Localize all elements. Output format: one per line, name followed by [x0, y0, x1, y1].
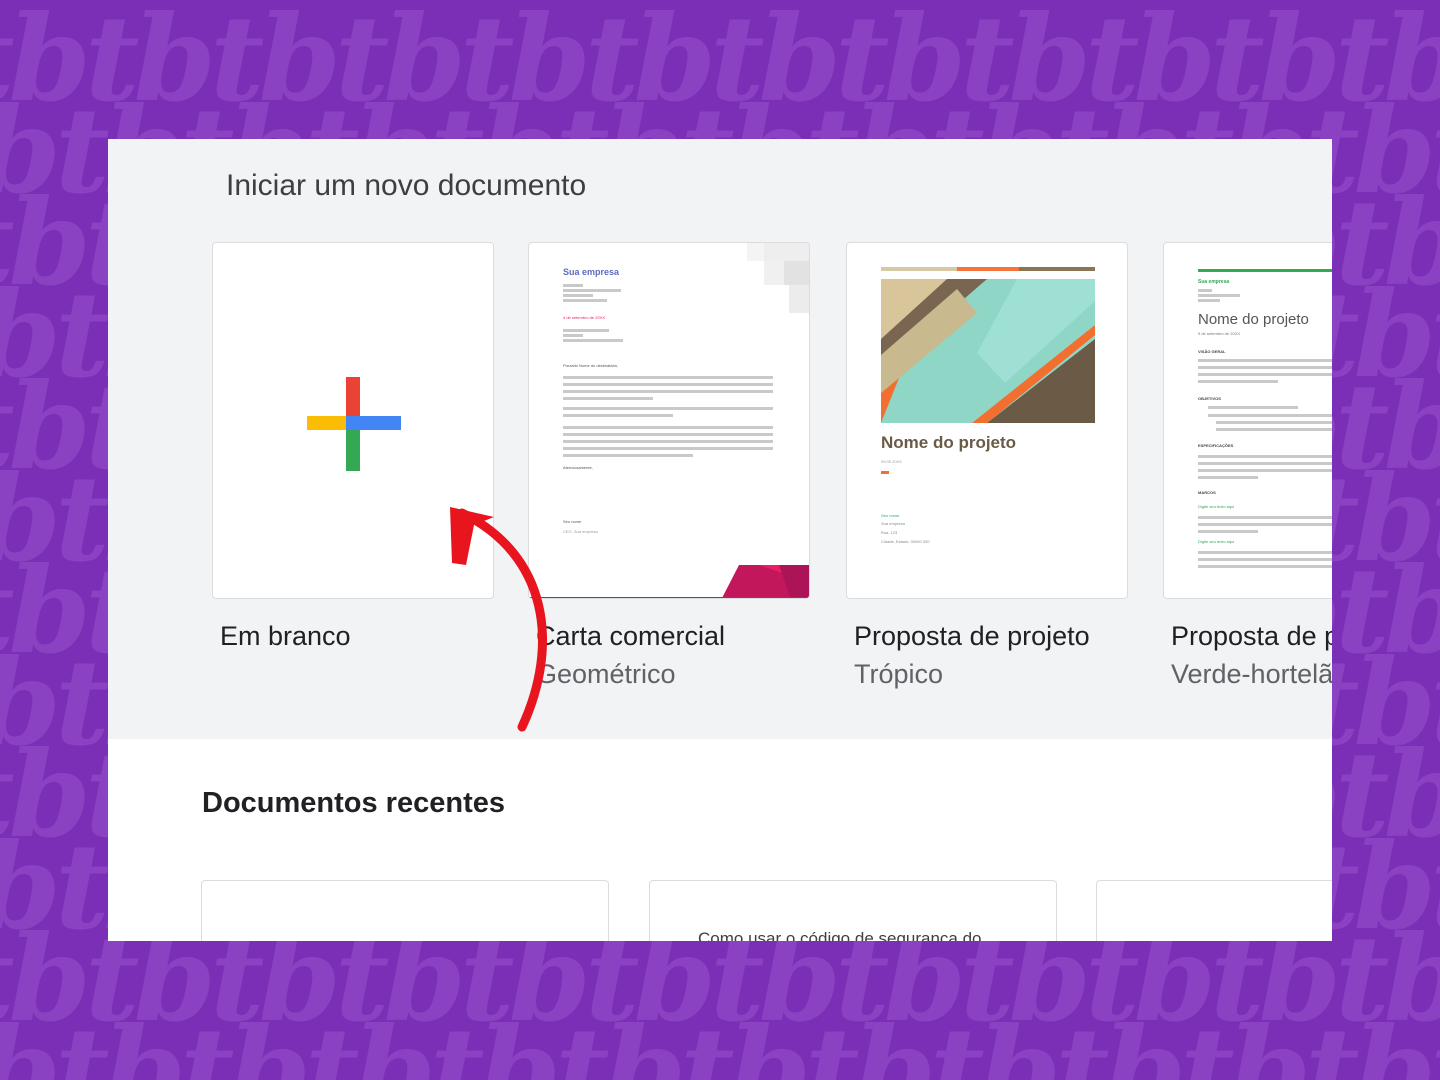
- thumb-project-name: Nome do projeto: [881, 433, 1017, 452]
- thumb-company: Sua empresa: [563, 267, 620, 277]
- thumb-objectives: OBJETIVOS: [1198, 396, 1221, 401]
- watermark-row: tbtbtbtbtbtbtbtbtbtbtbtbtb: [0, 1001, 1440, 1080]
- tropic-cover-art: [881, 267, 1095, 423]
- template-gallery: Iniciar um novo documento Em branco Sua …: [108, 139, 1332, 739]
- thumb-date: 4 de setembro de 20XX: [563, 315, 606, 320]
- section-title-recent-documents: Documentos recentes: [202, 787, 505, 819]
- section-title-new-document: Iniciar um novo documento: [226, 169, 587, 202]
- template-card-business-letter[interactable]: Sua empresa 4 de setembro de 20XX Prezad…: [528, 242, 810, 599]
- thumb-milestone-1: Digite seu texto aqui: [1198, 504, 1235, 509]
- red-arrow-annotation: [450, 507, 547, 732]
- thumb-date: 9 de setembro de 20XX: [1198, 331, 1241, 336]
- thumb-address-1: Rua, 123: [881, 530, 898, 535]
- template-card-project-proposal[interactable]: Nome do projeto 09.09.20XX Seu nome Sua …: [846, 242, 1128, 599]
- template-name-proposal-mint: Proposta de p: [1171, 621, 1332, 651]
- template-style-project-proposal: Trópico: [854, 659, 944, 689]
- template-style-proposal-mint: Verde-hortelã: [1171, 659, 1332, 689]
- docs-home-panel: Iniciar um novo documento Em branco Sua …: [108, 139, 1332, 941]
- thumb-date: 09.09.20XX: [881, 459, 902, 464]
- thumb-milestone-2: Digite seu texto aqui: [1198, 539, 1235, 544]
- recent-document-card[interactable]: Como usar o código de segurança do: [649, 880, 1057, 941]
- thumb-specs: ESPECIFICAÇÕES: [1198, 443, 1234, 448]
- template-name-project-proposal: Proposta de projeto: [854, 621, 1090, 651]
- thumb-address-2: Cidade, Estado, 00000 000: [881, 539, 930, 544]
- thumb-author: Seu nome: [881, 513, 900, 518]
- template-card-proposal-mint[interactable]: Sua empresa Nome do projeto 9 de setembr…: [1163, 242, 1332, 599]
- recent-document-preview: Como usar o código de segurança do: [698, 929, 982, 941]
- thumb-project-name: Nome do projeto: [1198, 311, 1309, 328]
- google-plus-icon: [307, 377, 401, 471]
- thumb-company: Sua empresa: [881, 521, 905, 526]
- thumb-overview: VISÃO GERAL: [1198, 349, 1226, 354]
- recent-document-card[interactable]: [201, 880, 609, 941]
- template-name-blank: Em branco: [220, 621, 351, 651]
- thumb-closing: Atenciosamente,: [563, 465, 593, 470]
- thumb-greeting: Prezado Nome do destinatário,: [563, 363, 619, 368]
- recent-document-card[interactable]: [1096, 880, 1332, 941]
- thumb-milestones: MARCOS: [1198, 490, 1216, 495]
- thumb-company: Sua empresa: [1198, 279, 1230, 285]
